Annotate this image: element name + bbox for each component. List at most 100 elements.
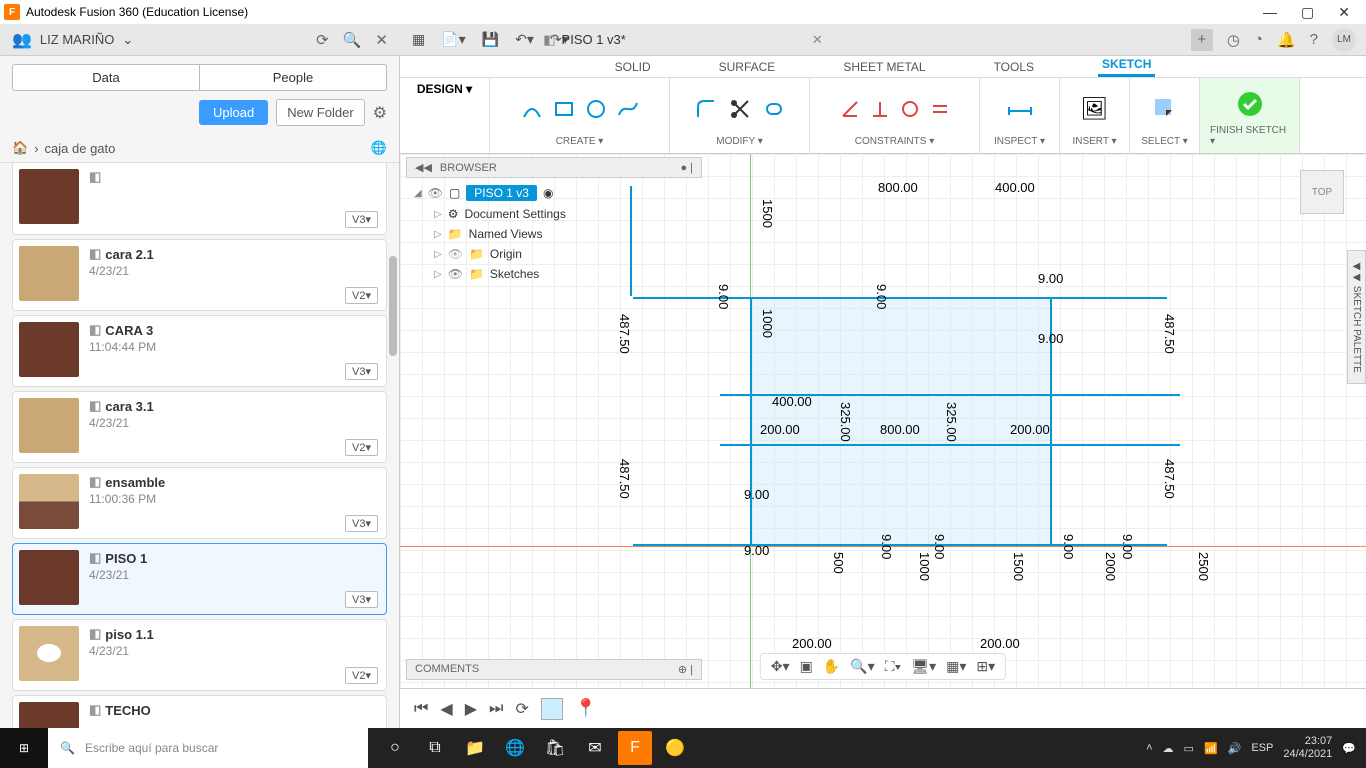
dim[interactable]: 325.00 <box>838 402 853 442</box>
spline-tool-icon[interactable] <box>616 97 640 121</box>
tab-close-icon[interactable]: ✕ <box>812 32 823 48</box>
mail-icon[interactable]: ✉ <box>578 731 612 765</box>
grid-settings-icon[interactable]: ▦▾ <box>946 658 966 675</box>
taskbar-search[interactable]: 🔍 Escribe aquí para buscar <box>48 728 368 768</box>
dim[interactable]: 2000 <box>1103 552 1118 581</box>
browser-node[interactable]: ▷📁Named Views <box>406 224 702 244</box>
rectangle-tool-icon[interactable] <box>552 97 576 121</box>
insert-group-label[interactable]: INSERT ▾ <box>1072 136 1116 149</box>
window-minimize[interactable]: — <box>1263 4 1277 21</box>
notification-icon[interactable]: 🔔 <box>1277 31 1296 49</box>
constraints-group-label[interactable]: CONSTRAINTS ▾ <box>855 136 934 149</box>
collapse-icon[interactable]: ◀◀ <box>415 161 432 174</box>
save-icon[interactable]: 💾 <box>482 31 499 48</box>
cortana-icon[interactable]: ○ <box>378 731 412 765</box>
orbit-icon[interactable]: ✥▾ <box>771 658 790 675</box>
dim[interactable]: 400.00 <box>995 180 1035 195</box>
version-badge[interactable]: V2▾ <box>345 439 378 456</box>
dim[interactable]: 200.00 <box>760 422 800 437</box>
dim[interactable]: 487.50 <box>1162 459 1177 499</box>
fillet-tool-icon[interactable] <box>694 97 718 121</box>
ribbon-tab-tools[interactable]: TOOLS <box>990 57 1038 77</box>
new-tab-icon[interactable]: + <box>1191 29 1213 51</box>
help-icon[interactable]: ? <box>1310 31 1318 48</box>
select-group-label[interactable]: SELECT ▾ <box>1141 136 1188 149</box>
dim[interactable]: 487.50 <box>1162 314 1177 354</box>
dim[interactable]: 9.00 <box>879 534 894 559</box>
pan-icon[interactable]: ✋ <box>823 658 840 675</box>
fit-icon[interactable]: ⛶▾ <box>885 658 902 675</box>
comments-panel[interactable]: COMMENTS⊕ | <box>406 659 702 680</box>
globe-icon[interactable]: 🌐 <box>371 140 387 156</box>
apps-grid-icon[interactable]: ▦ <box>412 31 425 48</box>
dim[interactable]: 9.00 <box>744 543 769 558</box>
fusion-taskbar-icon[interactable]: F <box>618 731 652 765</box>
version-badge[interactable]: V3▾ <box>345 211 378 228</box>
extensions-icon[interactable]: ◷ <box>1227 31 1240 49</box>
battery-icon[interactable]: ▭ <box>1184 742 1194 755</box>
dim[interactable]: 9.00 <box>1061 534 1076 559</box>
timeline-end[interactable]: ⟳ <box>515 699 528 719</box>
data-tab[interactable]: Data <box>13 65 200 90</box>
circle-tool-icon[interactable] <box>584 97 608 121</box>
dim[interactable]: 800.00 <box>880 422 920 437</box>
dim[interactable]: 487.50 <box>617 459 632 499</box>
team-icon[interactable]: 👥 <box>12 30 32 50</box>
zoom-icon[interactable]: 🔍▾ <box>850 658 874 675</box>
people-tab[interactable]: People <box>200 65 386 90</box>
display-icon[interactable]: 🖥▾ <box>911 658 936 675</box>
dim[interactable]: 800.00 <box>878 180 918 195</box>
scrollbar-thumb[interactable] <box>389 256 397 356</box>
timeline-prev[interactable]: ◀ <box>440 699 452 719</box>
browser-node[interactable]: ▷👁📁Origin <box>406 244 702 264</box>
offset-tool-icon[interactable] <box>762 97 786 121</box>
version-badge[interactable]: V2▾ <box>345 667 378 684</box>
equal-constraint-icon[interactable] <box>929 98 951 120</box>
clock[interactable]: 23:0724/4/2021 <box>1283 735 1332 761</box>
dim[interactable]: 9.00 <box>874 284 889 309</box>
sketch-palette-tab[interactable]: ◀◀ SKETCH PALETTE <box>1347 250 1366 384</box>
timeline-play[interactable]: ▶ <box>465 699 477 719</box>
action-center-icon[interactable]: 💬 <box>1342 742 1356 755</box>
version-badge[interactable]: V3▾ <box>345 515 378 532</box>
sketch-line[interactable] <box>633 297 1167 299</box>
dim[interactable]: 9.00 <box>744 487 769 502</box>
ribbon-tab-solid[interactable]: SOLID <box>611 57 655 77</box>
finish-sketch-label[interactable]: FINISH SKETCH ▾ <box>1210 125 1289 149</box>
create-group-label[interactable]: CREATE ▾ <box>556 136 604 149</box>
document-tab-title[interactable]: PISO 1 v3* <box>562 32 626 47</box>
timeline-marker[interactable]: 📍 <box>575 698 597 719</box>
finish-sketch-icon[interactable] <box>1235 89 1265 119</box>
dimension-tool-icon[interactable] <box>1005 97 1035 121</box>
trim-tool-icon[interactable] <box>726 95 754 123</box>
dim[interactable]: 2500 <box>1196 552 1211 581</box>
horizontal-constraint-icon[interactable] <box>839 98 861 120</box>
canvas[interactable]: 800.00 400.00 1500 1000 487.50 487.50 48… <box>400 154 1366 688</box>
window-close[interactable]: ✕ <box>1338 4 1350 21</box>
design-card[interactable]: ◧PISO 1 4/23/21 V3▾ <box>12 543 387 615</box>
ribbon-tab-sketch[interactable]: SKETCH <box>1098 54 1155 77</box>
tangent-constraint-icon[interactable] <box>899 98 921 120</box>
viewcube[interactable]: TOP <box>1300 170 1344 214</box>
user-name[interactable]: LIZ MARIÑO <box>40 32 114 47</box>
refresh-icon[interactable]: ⟳ <box>316 31 329 49</box>
dim[interactable]: 9.00 <box>1038 271 1063 286</box>
viewport-icon[interactable]: ⊞▾ <box>976 658 995 675</box>
design-card[interactable]: ◧TECHO <box>12 695 387 728</box>
browser-pin-icon[interactable]: ● | <box>680 162 693 174</box>
design-card[interactable]: ◧cara 2.1 4/23/21 V2▾ <box>12 239 387 311</box>
tray-chevron-icon[interactable]: ˄ <box>1146 742 1152 754</box>
taskview-icon[interactable]: ⧉ <box>418 731 452 765</box>
dim[interactable]: 1500 <box>1011 552 1026 581</box>
select-tool-icon[interactable] <box>1152 96 1178 122</box>
dim[interactable]: 9.00 <box>716 284 731 309</box>
timeline-sketch-feature[interactable] <box>541 698 563 720</box>
ribbon-tab-surface[interactable]: SURFACE <box>715 57 780 77</box>
line-tool-icon[interactable] <box>520 97 544 121</box>
ribbon-tab-sheet metal[interactable]: SHEET METAL <box>839 57 929 77</box>
breadcrumb-folder[interactable]: caja de gato <box>45 141 116 156</box>
browser-header[interactable]: ◀◀ BROWSER ● | <box>406 157 702 178</box>
chrome-icon[interactable]: 🟡 <box>658 731 692 765</box>
edge-icon[interactable]: 🌐 <box>498 731 532 765</box>
new-folder-button[interactable]: New Folder <box>276 99 364 126</box>
